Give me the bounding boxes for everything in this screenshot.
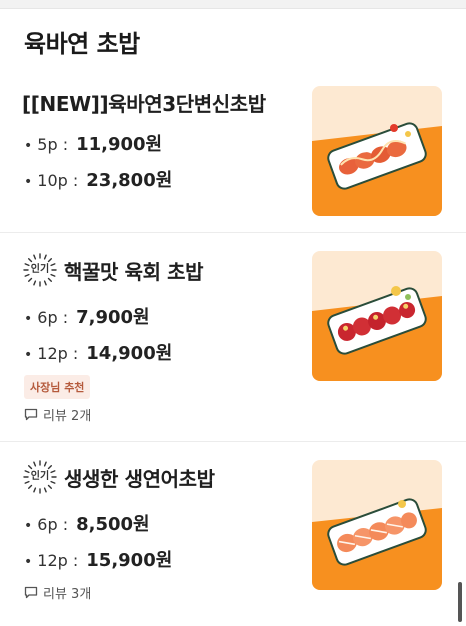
price-option: • 12p : 14,900원 bbox=[24, 339, 172, 365]
portion-label: 6p : bbox=[37, 515, 69, 534]
bullet: • bbox=[24, 174, 33, 190]
portion-label: 10p : bbox=[37, 171, 79, 190]
comment-icon bbox=[24, 408, 38, 421]
section-title: 육바연 초밥 bbox=[24, 30, 140, 58]
price-option: • 6p : 7,900원 bbox=[24, 303, 150, 329]
menu-item-name: [[NEW]]육바연3단변신초밥 bbox=[22, 92, 266, 116]
menu-item-name: 핵꿀맛 육회 초밥 bbox=[64, 259, 204, 284]
menu-item[interactable]: [[NEW]]육바연3단변신초밥 • 5p : 11,900원 • 10p : … bbox=[0, 70, 466, 233]
portion-label: 5p : bbox=[37, 135, 69, 154]
price-amount: 23,800원 bbox=[86, 170, 173, 191]
popular-badge-label: 인기 bbox=[30, 264, 50, 275]
bullet: • bbox=[24, 311, 33, 327]
popular-badge: 인기 bbox=[22, 459, 58, 495]
menu-item[interactable]: 인기 생생한 생연어초밥 • 6p : 8,500원 • 12p : 15,90… bbox=[0, 442, 466, 626]
popular-badge: 인기 bbox=[22, 252, 58, 288]
comment-icon bbox=[24, 586, 38, 599]
price-amount: 11,900원 bbox=[76, 134, 163, 155]
review-count-label: 리뷰 3개 bbox=[43, 587, 92, 602]
menu-item-image[interactable] bbox=[312, 251, 442, 381]
price-option: • 10p : 23,800원 bbox=[24, 166, 172, 192]
portion-label: 6p : bbox=[37, 308, 69, 327]
review-count[interactable]: 리뷰 3개 bbox=[24, 583, 91, 602]
menu-item[interactable]: 인기 핵꿀맛 육회 초밥 • 6p : 7,900원 • 12p : 14,90… bbox=[0, 233, 466, 442]
price-amount: 15,900원 bbox=[86, 550, 173, 571]
menu-item-image[interactable] bbox=[312, 460, 442, 590]
menu-item-name-row: 인기 생생한 생연어초밥 bbox=[22, 459, 215, 495]
scrollbar[interactable] bbox=[458, 582, 462, 622]
owner-recommend-tag: 사장님 추천 bbox=[24, 375, 91, 399]
menu-item-name-row: 인기 핵꿀맛 육회 초밥 bbox=[22, 252, 204, 288]
portion-label: 12p : bbox=[37, 344, 79, 363]
price-option: • 5p : 11,900원 bbox=[24, 130, 162, 156]
bullet: • bbox=[24, 554, 33, 570]
bullet: • bbox=[24, 138, 33, 154]
menu-item-image[interactable] bbox=[312, 86, 442, 216]
menu-item-name: 생생한 생연어초밥 bbox=[64, 466, 215, 491]
top-divider bbox=[0, 0, 466, 9]
price-amount: 14,900원 bbox=[86, 343, 173, 364]
price-option: • 12p : 15,900원 bbox=[24, 546, 172, 572]
popular-badge-label: 인기 bbox=[30, 471, 50, 482]
portion-label: 12p : bbox=[37, 551, 79, 570]
bullet: • bbox=[24, 518, 33, 534]
bullet: • bbox=[24, 347, 33, 363]
price-option: • 6p : 8,500원 bbox=[24, 510, 150, 536]
price-amount: 7,900원 bbox=[76, 307, 150, 328]
review-count-label: 리뷰 2개 bbox=[43, 409, 92, 424]
price-amount: 8,500원 bbox=[76, 514, 150, 535]
menu-item-name-row: [[NEW]]육바연3단변신초밥 bbox=[22, 88, 266, 117]
review-count[interactable]: 리뷰 2개 bbox=[24, 405, 91, 424]
